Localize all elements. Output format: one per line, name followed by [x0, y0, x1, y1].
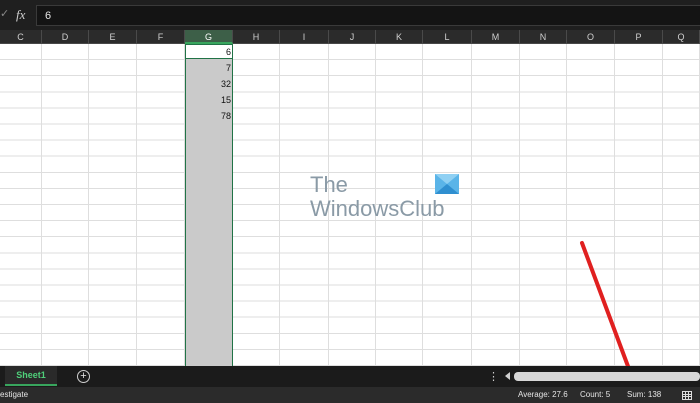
- gridline: [41, 44, 42, 366]
- column-header-k[interactable]: K: [376, 30, 423, 44]
- add-sheet-icon[interactable]: +: [77, 370, 90, 383]
- gridline: [279, 44, 280, 366]
- column-header-p[interactable]: P: [615, 30, 663, 44]
- gridline: [88, 44, 89, 366]
- cell-g2[interactable]: 7: [186, 60, 231, 76]
- column-header-l[interactable]: L: [423, 30, 472, 44]
- horizontal-scrollbar[interactable]: [514, 372, 700, 381]
- formula-bar: ✓ fx 6: [0, 0, 700, 30]
- column-header-d[interactable]: D: [42, 30, 89, 44]
- gridline: [471, 44, 472, 366]
- normal-view-icon[interactable]: [682, 391, 692, 400]
- column-header-g[interactable]: G: [185, 30, 233, 44]
- more-options-icon[interactable]: ⋮: [488, 370, 499, 383]
- cell-g4[interactable]: 15: [186, 92, 231, 108]
- column-header-o[interactable]: O: [567, 30, 615, 44]
- status-mode[interactable]: estigate: [0, 390, 28, 399]
- column-header-f[interactable]: F: [137, 30, 185, 44]
- cell-g5[interactable]: 78: [186, 108, 231, 124]
- gridline: [519, 44, 520, 366]
- sheet-tabs-bar: Sheet1 + ⋮: [0, 366, 700, 387]
- watermark-line2: WindowsClub: [310, 196, 445, 221]
- insert-function-icon[interactable]: fx: [16, 7, 25, 23]
- scroll-left-icon[interactable]: [505, 372, 510, 380]
- cell-g3[interactable]: 32: [186, 76, 231, 92]
- column-header-m[interactable]: M: [472, 30, 520, 44]
- gridline: [662, 44, 663, 366]
- watermark-logo: The WindowsClub: [310, 172, 470, 224]
- column-header-h[interactable]: H: [233, 30, 280, 44]
- column-header-c[interactable]: C: [0, 30, 42, 44]
- status-count[interactable]: Count: 5: [580, 390, 610, 399]
- gridline: [566, 44, 567, 366]
- column-header-n[interactable]: N: [520, 30, 567, 44]
- windows-logo-icon: [435, 174, 459, 194]
- gridline: [614, 44, 615, 366]
- status-bar: estigate Average: 27.6 Count: 5 Sum: 138: [0, 387, 700, 403]
- column-headers: CDEFGHIJKLMNOPQ: [0, 30, 700, 44]
- cell-g1[interactable]: 6: [186, 44, 231, 60]
- formula-input[interactable]: 6: [36, 5, 700, 26]
- status-average[interactable]: Average: 27.6: [518, 390, 568, 399]
- watermark-line1: The: [310, 172, 348, 197]
- enter-check-icon[interactable]: ✓: [0, 7, 9, 20]
- status-sum[interactable]: Sum: 138: [627, 390, 661, 399]
- sheet-tab-sheet1[interactable]: Sheet1: [5, 366, 57, 386]
- column-header-j[interactable]: J: [329, 30, 376, 44]
- column-header-q[interactable]: Q: [663, 30, 700, 44]
- formula-tools: ✓ fx: [0, 5, 34, 25]
- column-header-i[interactable]: I: [280, 30, 329, 44]
- gridline: [136, 44, 137, 366]
- column-header-e[interactable]: E: [89, 30, 137, 44]
